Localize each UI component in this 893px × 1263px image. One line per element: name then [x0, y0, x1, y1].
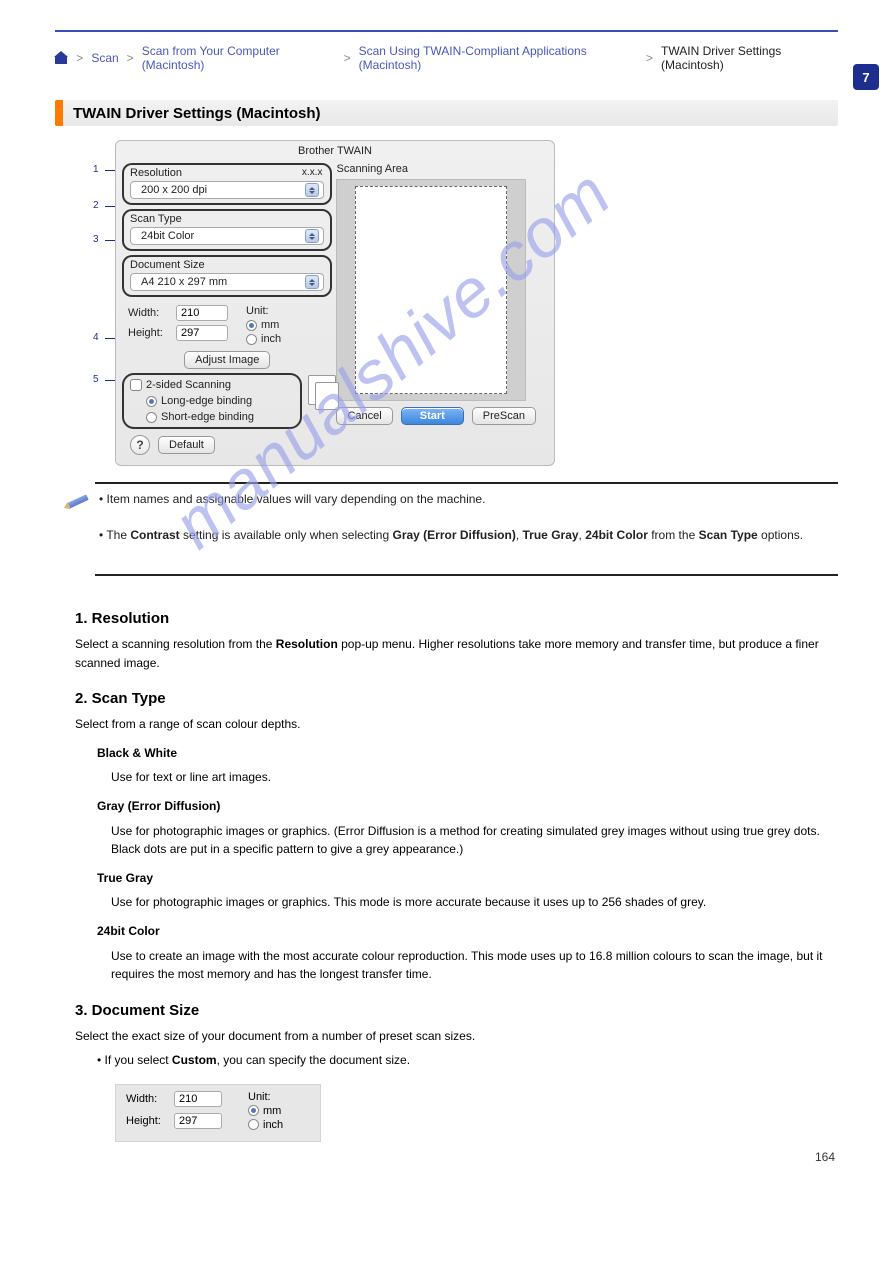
callout-2: 2: [93, 200, 99, 211]
panel-height-label: Height:: [126, 1115, 168, 1127]
breadcrumb-scan[interactable]: Scan: [91, 51, 118, 65]
scanning-area-label: Scanning Area: [336, 163, 546, 175]
panel-height-field[interactable]: [174, 1113, 222, 1129]
start-button[interactable]: Start: [401, 407, 464, 425]
chevron-updown-icon: [305, 229, 319, 243]
docsize-group: Document Size A4 210 x 297 mm: [122, 255, 332, 297]
tg-body: Use for photographic images or graphics.…: [111, 893, 835, 912]
c24-body: Use to create an image with the most acc…: [111, 947, 835, 984]
item-resolution-body: Select a scanning resolution from the Re…: [75, 635, 835, 672]
panel-unit-label: Unit:: [248, 1091, 283, 1103]
panel-width-field[interactable]: [174, 1091, 222, 1107]
breadcrumb-current: TWAIN Driver Settings (Macintosh): [661, 44, 838, 72]
item-resolution-title: 1. Resolution: [75, 610, 835, 627]
bw-body: Use for text or line art images.: [111, 768, 835, 787]
note-icon: [61, 489, 94, 517]
paper-preview: [355, 186, 507, 394]
panel-width-label: Width:: [126, 1093, 168, 1105]
breadcrumb-page-link[interactable]: Scan Using TWAIN-Compliant Applications …: [359, 44, 638, 72]
page-title: TWAIN Driver Settings (Macintosh): [73, 105, 321, 122]
item-docsize-title: 3. Document Size: [75, 1002, 835, 1019]
panel-mm-radio[interactable]: [248, 1105, 259, 1116]
gray-body: Use for photographic images or graphics.…: [111, 822, 835, 859]
help-button[interactable]: ?: [130, 435, 150, 455]
section-title-bar: TWAIN Driver Settings (Macintosh): [55, 100, 838, 126]
cancel-button[interactable]: Cancel: [336, 407, 392, 425]
bw-title: Black & White: [97, 746, 177, 760]
adjust-image-button[interactable]: Adjust Image: [184, 351, 270, 369]
custom-size-panel: Width: Height: Unit: mm inch: [115, 1084, 321, 1142]
chapter-tab: 7: [853, 64, 879, 90]
dialog-title: Brother TWAIN: [116, 141, 554, 161]
unit-inch-radio[interactable]: [246, 334, 257, 345]
width-label: Width:: [128, 307, 170, 319]
short-edge-radio[interactable]: [146, 412, 157, 423]
twain-dialog: Brother TWAIN x.x.x Resolution 200 x 200…: [115, 140, 555, 466]
chevron-updown-icon: [305, 275, 319, 289]
callout-5: 5: [93, 374, 99, 385]
breadcrumb-sep: >: [76, 51, 83, 65]
default-button[interactable]: Default: [158, 436, 215, 454]
twosided-checkbox[interactable]: [130, 379, 142, 391]
long-edge-radio[interactable]: [146, 396, 157, 407]
docsize-combo[interactable]: A4 210 x 297 mm: [130, 273, 324, 291]
chevron-updown-icon: [305, 183, 319, 197]
height-label: Height:: [128, 327, 170, 339]
width-field[interactable]: [176, 305, 228, 321]
note-text: • Item names and assignable values will …: [99, 490, 803, 544]
accent-bar: [55, 100, 63, 126]
scantype-label: Scan Type: [130, 213, 324, 225]
page-number: 164: [815, 1150, 835, 1164]
gray-title: Gray (Error Diffusion): [97, 799, 220, 813]
callout-3: 3: [93, 234, 99, 245]
home-icon[interactable]: [55, 52, 68, 64]
callout-1: 1: [93, 164, 99, 175]
resolution-label: Resolution: [130, 167, 324, 179]
unit-label: Unit:: [246, 305, 281, 317]
docsize-label: Document Size: [130, 259, 324, 271]
c24-title: 24bit Color: [97, 924, 160, 938]
item-docsize-body: Select the exact size of your document f…: [75, 1027, 835, 1046]
tg-title: True Gray: [97, 871, 153, 885]
item-scantype-title: 2. Scan Type: [75, 690, 835, 707]
breadcrumb: > Scan > Scan from Your Computer (Macint…: [55, 44, 838, 72]
height-field[interactable]: [176, 325, 228, 341]
prescan-button[interactable]: PreScan: [472, 407, 536, 425]
resolution-combo[interactable]: 200 x 200 dpi: [130, 181, 324, 199]
scantype-group: Scan Type 24bit Color: [122, 209, 332, 251]
item-docsize-custom: • If you select Custom, you can specify …: [97, 1051, 835, 1070]
panel-inch-radio[interactable]: [248, 1119, 259, 1130]
item-scantype-body: Select from a range of scan colour depth…: [75, 715, 835, 734]
twosided-group: 2-sided Scanning Long-edge binding Short…: [122, 373, 302, 429]
breadcrumb-category[interactable]: Scan from Your Computer (Macintosh): [142, 44, 336, 72]
callout-4: 4: [93, 332, 99, 343]
unit-mm-radio[interactable]: [246, 320, 257, 331]
resolution-group: x.x.x Resolution 200 x 200 dpi: [122, 163, 332, 205]
duplex-icon: [308, 375, 336, 405]
scanning-area-preview[interactable]: [336, 179, 526, 401]
version-label: x.x.x: [302, 167, 323, 178]
scantype-combo[interactable]: 24bit Color: [130, 227, 324, 245]
